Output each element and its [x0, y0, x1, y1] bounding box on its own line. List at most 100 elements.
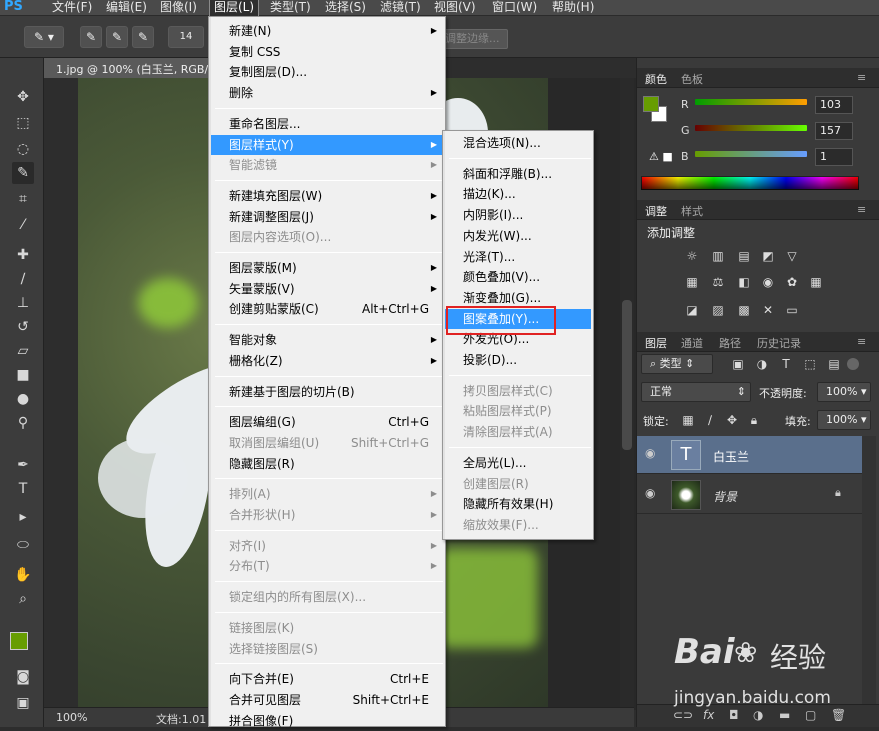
- b-value-input[interactable]: 1: [815, 148, 853, 166]
- panel-menu-icon[interactable]: ≡: [857, 71, 866, 84]
- layer-menu-item[interactable]: 拼合图像(F): [211, 711, 443, 731]
- move-tool-icon[interactable]: ✥: [12, 86, 34, 108]
- out-of-gamut-warning-icon[interactable]: ⚠ ■: [649, 150, 673, 163]
- curves-icon[interactable]: ▤: [735, 248, 753, 264]
- scrollbar-thumb[interactable]: [622, 300, 632, 450]
- black-white-icon[interactable]: ◧: [735, 274, 753, 290]
- healing-brush-tool-icon[interactable]: ✚: [12, 244, 34, 266]
- hand-tool-icon[interactable]: ✋: [12, 564, 34, 586]
- filter-shape-icon[interactable]: ⬚: [801, 356, 819, 372]
- style-menu-item[interactable]: 斜面和浮雕(B)...: [445, 164, 591, 185]
- clone-stamp-tool-icon[interactable]: ⊥: [12, 292, 34, 314]
- layer-row-background[interactable]: ◉ 背景 🔒︎: [637, 476, 862, 514]
- brush-tool-icon[interactable]: ∕: [12, 268, 34, 290]
- history-brush-tool-icon[interactable]: ↺: [12, 316, 34, 338]
- zoom-level[interactable]: 100%: [56, 711, 87, 724]
- type-tool-icon[interactable]: T: [12, 478, 34, 500]
- fill-input[interactable]: 100% ▾: [817, 410, 871, 430]
- layer-filter-select[interactable]: ⌕ 类型 ⇕: [641, 354, 713, 374]
- tool-preset-picker[interactable]: ✎ ▾: [24, 26, 64, 48]
- layer-menu-item[interactable]: 隐藏图层(R): [211, 454, 443, 475]
- selective-color-icon[interactable]: ✕: [759, 302, 777, 318]
- b-slider[interactable]: [695, 151, 807, 157]
- tab-history[interactable]: 历史记录: [757, 335, 801, 351]
- layer-menu-item[interactable]: 图层样式(Y) ▶: [211, 134, 443, 156]
- color-lookup-icon[interactable]: ▦: [807, 274, 825, 290]
- screen-mode-icon[interactable]: ▣: [12, 692, 34, 714]
- color-balance-icon[interactable]: ⚖: [709, 274, 727, 290]
- layer-menu-item[interactable]: 智能对象 ▶: [211, 330, 443, 351]
- style-menu-item[interactable]: 内发光(W)...: [445, 226, 591, 247]
- layer-menu-item[interactable]: 向下合并(E) Ctrl+E: [211, 669, 443, 690]
- menu-type[interactable]: 类型(T): [270, 0, 311, 16]
- layer-menu-item[interactable]: 合并可见图层 Shift+Ctrl+E: [211, 690, 443, 711]
- layer-menu-item[interactable]: 删除 ▶: [211, 83, 443, 104]
- foreground-color-swatch[interactable]: [10, 632, 28, 650]
- brightness-contrast-icon[interactable]: ☼: [683, 248, 701, 264]
- filter-type-icon[interactable]: T: [777, 356, 795, 372]
- lock-pixels-icon[interactable]: ∕: [701, 412, 719, 428]
- tab-swatches[interactable]: 色板: [681, 71, 703, 87]
- style-menu-item[interactable]: 内阴影(I)...: [445, 205, 591, 226]
- r-slider[interactable]: [695, 99, 807, 105]
- vibrance-icon[interactable]: ▽: [783, 248, 801, 264]
- menu-layer[interactable]: 图层(L): [208, 0, 260, 17]
- photo-filter-icon[interactable]: ◉: [759, 274, 777, 290]
- filter-smart-object-icon[interactable]: ▤: [825, 356, 843, 372]
- layer-menu-item[interactable]: 栅格化(Z) ▶: [211, 351, 443, 372]
- subtract-selection-brush-icon[interactable]: ✎: [132, 26, 154, 48]
- blur-tool-icon[interactable]: ●: [12, 388, 34, 410]
- path-selection-tool-icon[interactable]: ▸: [12, 506, 34, 528]
- hue-saturation-icon[interactable]: ▦: [683, 274, 701, 290]
- tab-color[interactable]: 颜色: [645, 71, 667, 87]
- layer-menu-item[interactable]: 复制图层(D)...: [211, 62, 443, 83]
- tab-paths[interactable]: 路径: [719, 335, 741, 351]
- brush-size-picker[interactable]: 14: [168, 26, 204, 48]
- g-slider[interactable]: [695, 125, 807, 131]
- style-menu-item[interactable]: 混合选项(N)...: [445, 133, 591, 154]
- visibility-eye-icon[interactable]: ◉: [645, 446, 655, 460]
- gradient-map-icon[interactable]: ▭: [783, 302, 801, 318]
- tab-channels[interactable]: 通道: [681, 335, 703, 351]
- new-selection-brush-icon[interactable]: ✎: [80, 26, 102, 48]
- tab-styles[interactable]: 样式: [681, 203, 703, 219]
- document-tab[interactable]: 1.jpg @ 100% (白玉兰, RGB/...: [44, 58, 219, 78]
- menu-view[interactable]: 视图(V): [434, 0, 476, 16]
- lock-all-icon[interactable]: 🔒︎: [745, 412, 763, 428]
- threshold-icon[interactable]: ▩: [735, 302, 753, 318]
- visibility-eye-icon[interactable]: ◉: [645, 486, 655, 500]
- add-selection-brush-icon[interactable]: ✎: [106, 26, 128, 48]
- layer-menu-item[interactable]: 新建调整图层(J) ▶: [211, 207, 443, 228]
- layer-menu-item[interactable]: 新建(N) ▶: [211, 21, 443, 42]
- panel-menu-icon[interactable]: ≡: [857, 335, 866, 348]
- style-menu-item[interactable]: 颜色叠加(V)...: [445, 267, 591, 288]
- layer-menu-item[interactable]: 新建填充图层(W) ▶: [211, 186, 443, 207]
- layer-menu-item[interactable]: 重命名图层...: [211, 114, 443, 135]
- menu-filter[interactable]: 滤镜(T): [380, 0, 421, 16]
- lock-position-icon[interactable]: ✥: [723, 412, 741, 428]
- marquee-tool-icon[interactable]: ⬚: [12, 112, 34, 134]
- menu-help[interactable]: 帮助(H): [552, 0, 594, 16]
- layer-menu-item[interactable]: 创建剪贴蒙版(C) Alt+Ctrl+G: [211, 299, 443, 320]
- menu-select[interactable]: 选择(S): [325, 0, 366, 16]
- layer-menu-item[interactable]: 图层蒙版(M) ▶: [211, 258, 443, 279]
- quick-mask-icon[interactable]: ◙: [12, 666, 34, 688]
- filter-adjustment-icon[interactable]: ◑: [753, 356, 771, 372]
- panel-menu-icon[interactable]: ≡: [857, 203, 866, 216]
- menu-file[interactable]: 文件(F): [52, 0, 92, 16]
- channel-mixer-icon[interactable]: ✿: [783, 274, 801, 290]
- style-menu-item[interactable]: 光泽(T)...: [445, 247, 591, 268]
- tab-layers[interactable]: 图层: [645, 335, 667, 351]
- layer-name[interactable]: 背景: [713, 488, 737, 505]
- eyedropper-tool-icon[interactable]: ⁄: [12, 214, 34, 236]
- layer-menu-item[interactable]: 矢量蒙版(V) ▶: [211, 279, 443, 300]
- style-menu-item[interactable]: 投影(D)...: [445, 350, 591, 371]
- filter-pixel-icon[interactable]: ▣: [729, 356, 747, 372]
- lasso-tool-icon[interactable]: ◌: [12, 138, 34, 160]
- pen-tool-icon[interactable]: ✒: [12, 454, 34, 476]
- layer-name[interactable]: 白玉兰: [713, 448, 749, 465]
- style-menu-item[interactable]: 隐藏所有效果(H): [445, 494, 591, 515]
- invert-icon[interactable]: ◪: [683, 302, 701, 318]
- exposure-icon[interactable]: ◩: [759, 248, 777, 264]
- menu-window[interactable]: 窗口(W): [492, 0, 537, 16]
